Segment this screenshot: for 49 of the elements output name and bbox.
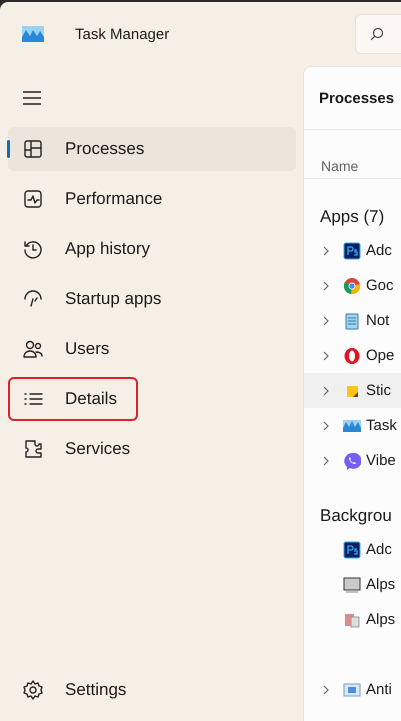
processes-icon	[22, 138, 44, 160]
chrome-icon	[343, 276, 361, 294]
settings-item[interactable]: Settings	[8, 668, 296, 712]
process-row[interactable]: Goc	[304, 268, 401, 303]
window-title: Task Manager	[75, 26, 170, 42]
settings-icon	[22, 679, 44, 701]
chevron-icon[interactable]	[321, 684, 331, 696]
notepad-icon	[343, 312, 361, 330]
nav-item[interactable]: Performance	[8, 177, 296, 221]
process-row[interactable]: Anti	[304, 672, 401, 707]
photoshop-icon	[343, 540, 361, 558]
users-icon	[22, 338, 44, 360]
nav-item[interactable]: Users	[8, 327, 296, 371]
chevron-icon[interactable]	[321, 244, 331, 256]
process-row[interactable]: Ope	[304, 338, 401, 373]
monitor-icon	[343, 576, 361, 594]
photoshop-icon	[343, 242, 361, 260]
history-icon	[22, 238, 44, 260]
chevron-icon[interactable]	[321, 314, 331, 326]
chevron-icon[interactable]	[321, 350, 331, 362]
process-row[interactable]: Alps	[304, 602, 401, 637]
process-row[interactable]: Adc	[304, 532, 401, 567]
process-row[interactable]: Not	[304, 303, 401, 338]
viber-icon	[343, 452, 361, 470]
opera-icon	[343, 346, 361, 364]
pulse-icon	[22, 188, 44, 210]
process-row[interactable]: Adc	[304, 233, 401, 268]
process-row[interactable]: Alps	[304, 567, 401, 602]
search-field[interactable]	[355, 14, 401, 54]
nav-item[interactable]: App history	[8, 227, 296, 271]
chevron-icon[interactable]	[321, 454, 331, 466]
group-title: Backgrou	[319, 505, 393, 527]
group-title: Apps (7)	[319, 206, 386, 228]
panel-title: Processes	[304, 67, 401, 130]
column-header[interactable]: Name	[304, 130, 401, 179]
process-row[interactable]: Vibe	[304, 443, 401, 478]
chevron-icon[interactable]	[321, 384, 331, 396]
nav-item[interactable]: Services	[8, 427, 296, 471]
process-row[interactable]: Task	[304, 408, 401, 443]
chevron-icon[interactable]	[321, 280, 331, 292]
nav-item[interactable]: Details	[8, 377, 138, 421]
process-row[interactable]: Stic	[304, 373, 401, 408]
nav-item[interactable]: Startup apps	[8, 277, 296, 321]
nav-item[interactable]: Processes	[8, 127, 296, 171]
search-icon	[370, 27, 384, 41]
app-logo-icon	[22, 26, 44, 42]
chevron-icon[interactable]	[321, 420, 331, 432]
window-icon	[343, 680, 361, 698]
menu-icon	[22, 90, 42, 106]
